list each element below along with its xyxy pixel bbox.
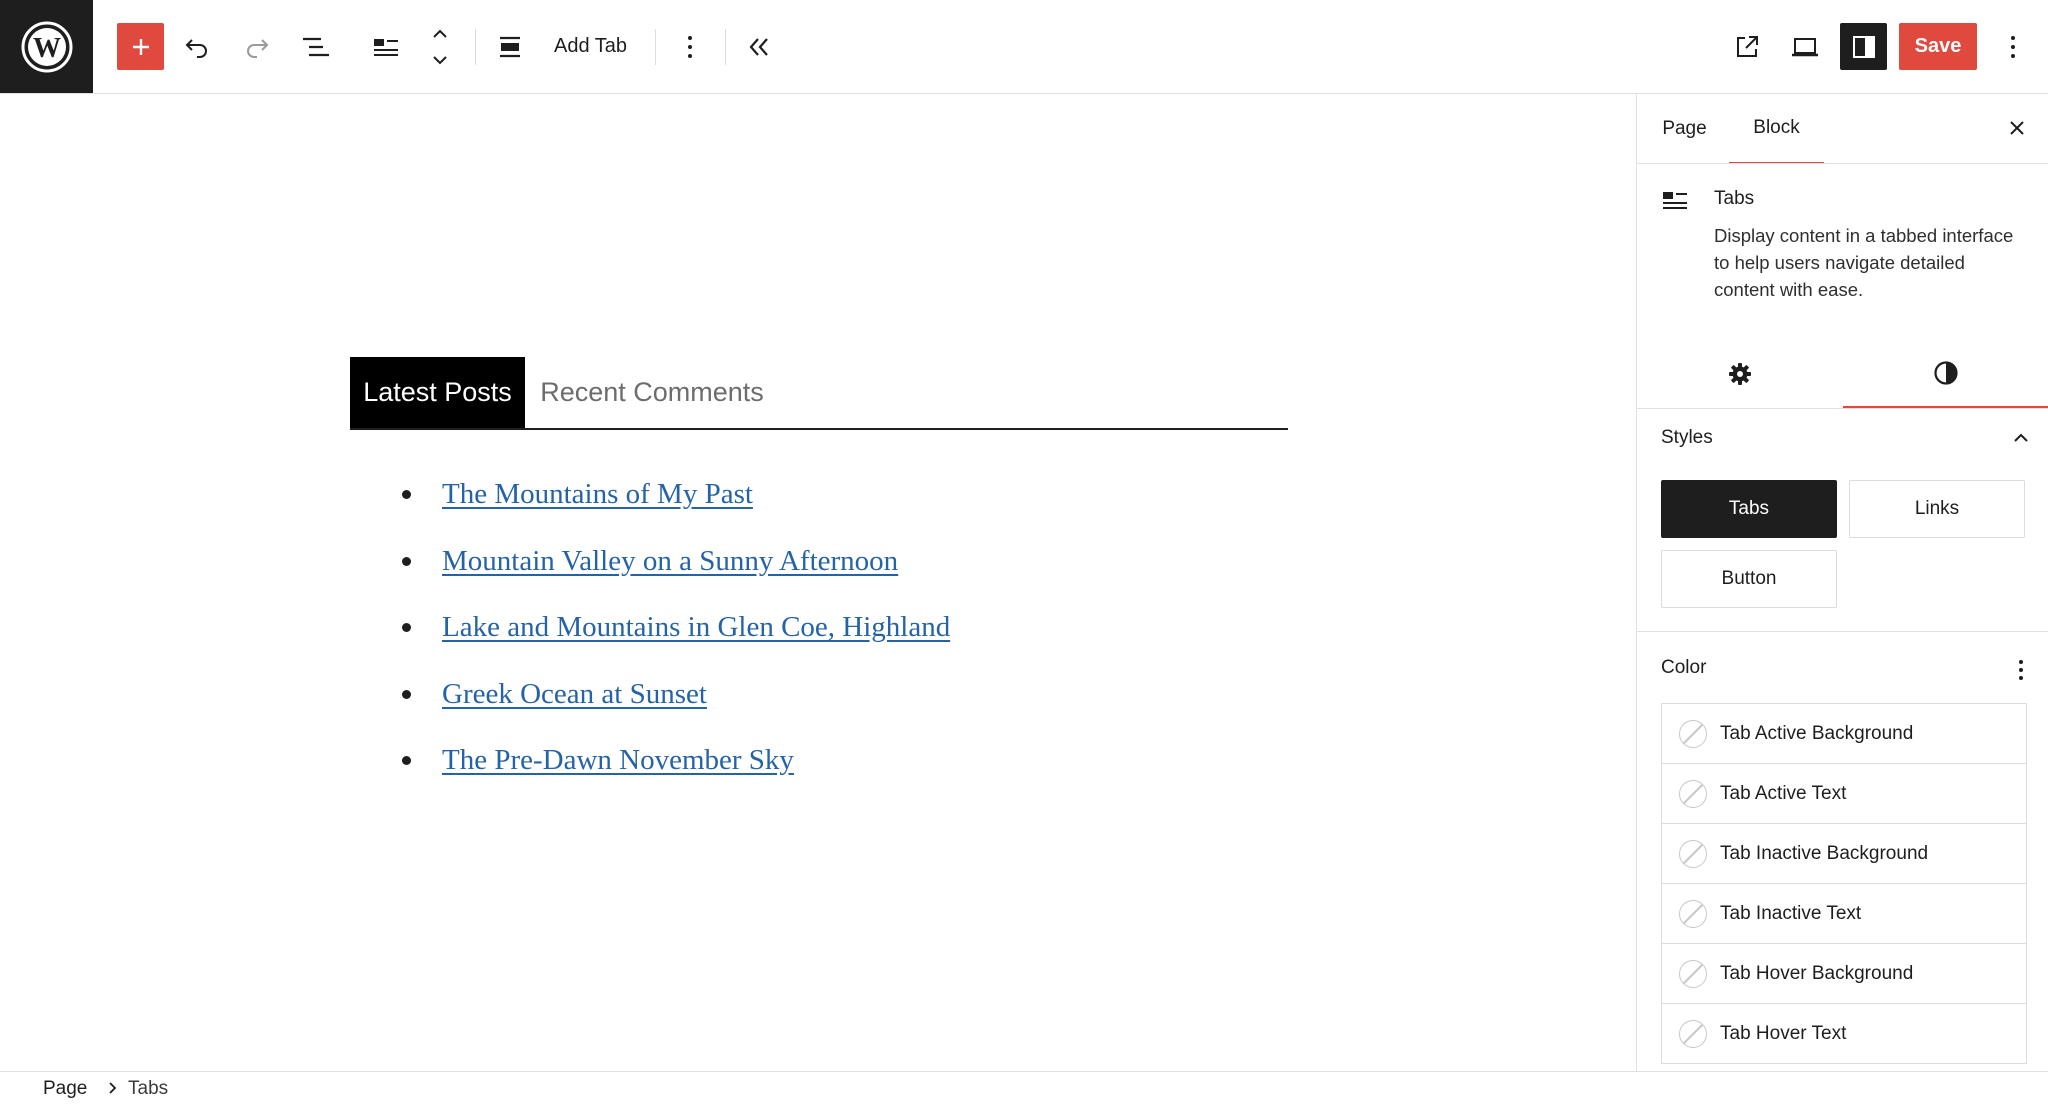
tabs-block-icon <box>1661 188 1689 217</box>
empty-swatch-icon <box>1679 959 1707 988</box>
options-menu-button[interactable] <box>1993 26 2033 68</box>
svg-text:W: W <box>33 33 61 64</box>
post-link[interactable]: Lake and Mountains in Glen Coe, Highland <box>442 611 950 643</box>
empty-swatch-icon <box>1679 779 1707 808</box>
align-button[interactable] <box>490 26 530 68</box>
color-setting-tab-hover-background[interactable]: Tab Hover Background <box>1662 944 2026 1004</box>
style-option-tabs[interactable]: Tabs <box>1661 480 1837 538</box>
align-icon <box>500 36 520 58</box>
block-type-button[interactable] <box>364 26 408 68</box>
post-link[interactable]: Mountain Valley on a Sunny Afternoon <box>442 545 898 577</box>
color-setting-tab-active-text[interactable]: Tab Active Text <box>1662 764 2026 824</box>
latest-posts-list: The Mountains of My Past Mountain Valley… <box>402 477 950 810</box>
settings-sidebar: Page Block Tabs Display content in a tab… <box>1636 94 2048 1071</box>
chevron-up-icon <box>2014 433 2028 442</box>
color-setting-tab-inactive-text[interactable]: Tab Inactive Text <box>1662 884 2026 944</box>
post-link[interactable]: The Pre-Dawn November Sky <box>442 744 794 776</box>
tabs-block-icon <box>374 39 398 56</box>
block-title: Tabs <box>1714 188 1755 209</box>
wordpress-logo-icon[interactable]: W <box>0 0 93 93</box>
redo-button[interactable] <box>236 26 278 68</box>
list-item: Lake and Mountains in Glen Coe, Highland <box>402 610 950 677</box>
list-item: Mountain Valley on a Sunny Afternoon <box>402 544 950 611</box>
style-option-links[interactable]: Links <box>1849 480 2025 538</box>
color-panel-title: Color <box>1661 657 1707 678</box>
tab-bar: Latest Posts Recent Comments <box>350 357 1288 430</box>
chevron-right-icon <box>109 1082 117 1094</box>
color-setting-tab-active-background[interactable]: Tab Active Background <box>1662 704 2026 764</box>
block-options-button[interactable] <box>670 26 710 68</box>
color-setting-label: Tab Hover Text <box>1720 1022 1847 1044</box>
settings-sidebar-button[interactable] <box>1840 23 1887 70</box>
list-item: Greek Ocean at Sunset <box>402 677 950 744</box>
styles-toggle[interactable] <box>2005 422 2037 454</box>
external-link-icon <box>1737 36 1758 57</box>
editor-toolbar: W Add Tab Save <box>0 0 2048 94</box>
color-setting-label: Tab Inactive Text <box>1720 902 1862 924</box>
more-vertical-icon <box>688 36 692 58</box>
contrast-icon <box>1934 360 1958 385</box>
color-options-button[interactable] <box>2005 654 2037 686</box>
add-block-button[interactable] <box>117 23 164 70</box>
desktop-icon <box>1792 38 1818 57</box>
sidebar-tab-block[interactable]: Block <box>1729 94 1824 164</box>
list-item: The Mountains of My Past <box>402 477 950 544</box>
color-setting-tab-hover-text[interactable]: Tab Hover Text <box>1662 1004 2026 1063</box>
empty-swatch-icon <box>1679 1019 1707 1048</box>
collapse-toolbar-button[interactable] <box>738 26 780 68</box>
breadcrumb-item-tabs[interactable]: Tabs <box>128 1078 168 1100</box>
post-link[interactable]: The Mountains of My Past <box>442 478 753 510</box>
chevron-double-left-icon <box>749 38 768 56</box>
document-overview-button[interactable] <box>295 26 337 68</box>
close-sidebar-button[interactable] <box>1997 108 2037 148</box>
tab-styles[interactable] <box>1843 339 2048 408</box>
color-setting-tab-inactive-background[interactable]: Tab Inactive Background <box>1662 824 2026 884</box>
move-up-down-icon <box>433 29 447 65</box>
tab-settings[interactable] <box>1637 339 1843 408</box>
toolbar-divider <box>655 29 656 65</box>
tab-recent-comments[interactable]: Recent Comments <box>532 357 772 428</box>
tab-latest-posts[interactable]: Latest Posts <box>350 357 525 428</box>
empty-swatch-icon <box>1679 899 1707 928</box>
color-setting-label: Tab Inactive Background <box>1720 842 1929 864</box>
color-setting-label: Tab Active Background <box>1720 722 1914 744</box>
gear-icon <box>1729 362 1751 385</box>
save-button[interactable]: Save <box>1899 23 1977 70</box>
move-up-down-button[interactable] <box>420 24 460 70</box>
list-item: The Pre-Dawn November Sky <box>402 743 950 810</box>
post-link[interactable]: Greek Ocean at Sunset <box>442 678 707 710</box>
color-setting-label: Tab Active Text <box>1720 782 1847 804</box>
styles-panel-title[interactable]: Styles <box>1661 427 1713 449</box>
plus-icon <box>132 38 149 55</box>
empty-swatch-icon <box>1679 719 1707 748</box>
sidebar-tab-page[interactable]: Page <box>1637 94 1732 163</box>
color-setting-label: Tab Hover Background <box>1720 962 1914 984</box>
add-tab-button[interactable]: Add Tab <box>540 28 641 64</box>
style-option-button[interactable]: Button <box>1661 550 1837 608</box>
more-vertical-icon <box>2019 660 2023 680</box>
device-preview-button[interactable] <box>1784 26 1826 68</box>
list-view-icon <box>303 37 329 57</box>
color-settings-list: Tab Active Background Tab Active Text Ta… <box>1661 703 2027 1064</box>
redo-icon <box>247 39 269 58</box>
breadcrumb-item-page[interactable]: Page <box>43 1078 87 1100</box>
divider <box>1637 408 2048 409</box>
undo-icon <box>185 39 207 58</box>
toolbar-divider <box>725 29 726 65</box>
sidebar-icon <box>1852 35 1875 58</box>
empty-swatch-icon <box>1679 839 1707 868</box>
more-vertical-icon <box>2011 36 2015 58</box>
breadcrumb: Page Tabs <box>0 1071 2048 1108</box>
close-icon <box>2010 121 2024 135</box>
block-description: Display content in a tabbed interface to… <box>1714 225 2014 300</box>
undo-button[interactable] <box>176 26 218 68</box>
divider <box>1637 631 2048 632</box>
toolbar-divider <box>475 29 476 65</box>
view-page-button[interactable] <box>1726 26 1768 68</box>
